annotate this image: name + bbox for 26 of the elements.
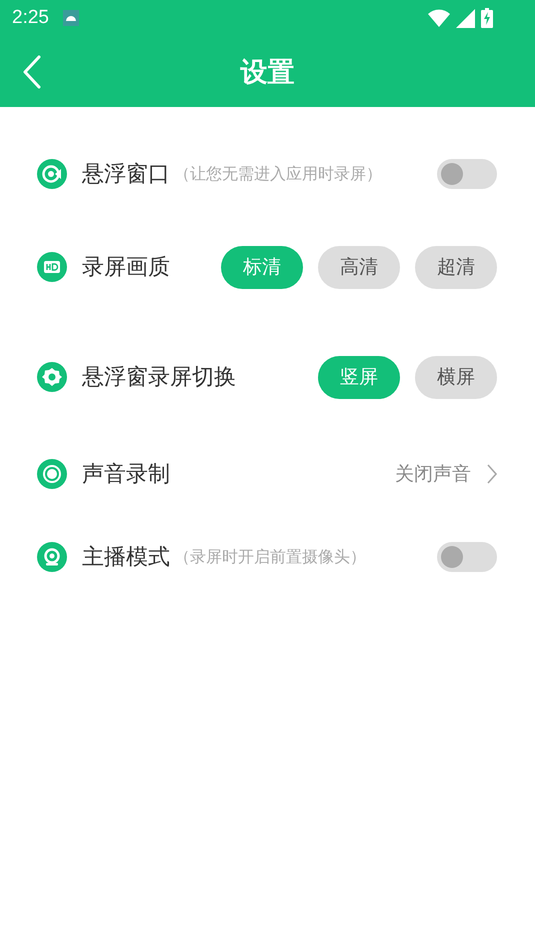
video-camera-icon (37, 159, 67, 189)
setting-label: 主播模式 (82, 544, 170, 572)
status-time: 2:25 (12, 7, 49, 29)
android-notification-icon (62, 10, 79, 26)
option-button[interactable]: 高清 (318, 246, 400, 288)
wifi-icon (428, 9, 450, 27)
setting-hint: （录屏时开启前置摄像头） (174, 546, 366, 568)
chevron-right-icon[interactable] (487, 464, 497, 484)
option-button[interactable]: 超清 (415, 246, 497, 288)
battery-charging-icon (481, 8, 493, 28)
setting-label: 悬浮窗口 (82, 161, 170, 189)
signal-icon (456, 8, 475, 28)
setting-label: 声音录制 (82, 461, 170, 489)
gear-icon (37, 362, 67, 392)
setting-label: 录屏画质 (82, 254, 170, 282)
page-title: 设置 (240, 56, 294, 90)
setting-hint: （让您无需进入应用时录屏） (174, 164, 382, 184)
webcam-icon (37, 542, 67, 572)
toggle-switch[interactable] (437, 159, 497, 189)
back-icon[interactable] (22, 55, 42, 89)
record-icon (37, 459, 67, 489)
setting-label: 悬浮窗录屏切换 (82, 364, 236, 392)
hd-icon (37, 252, 67, 282)
setting-value[interactable]: 关闭声音 (395, 461, 471, 487)
toggle-switch[interactable] (437, 542, 497, 572)
option-button[interactable]: 横屏 (415, 356, 497, 398)
